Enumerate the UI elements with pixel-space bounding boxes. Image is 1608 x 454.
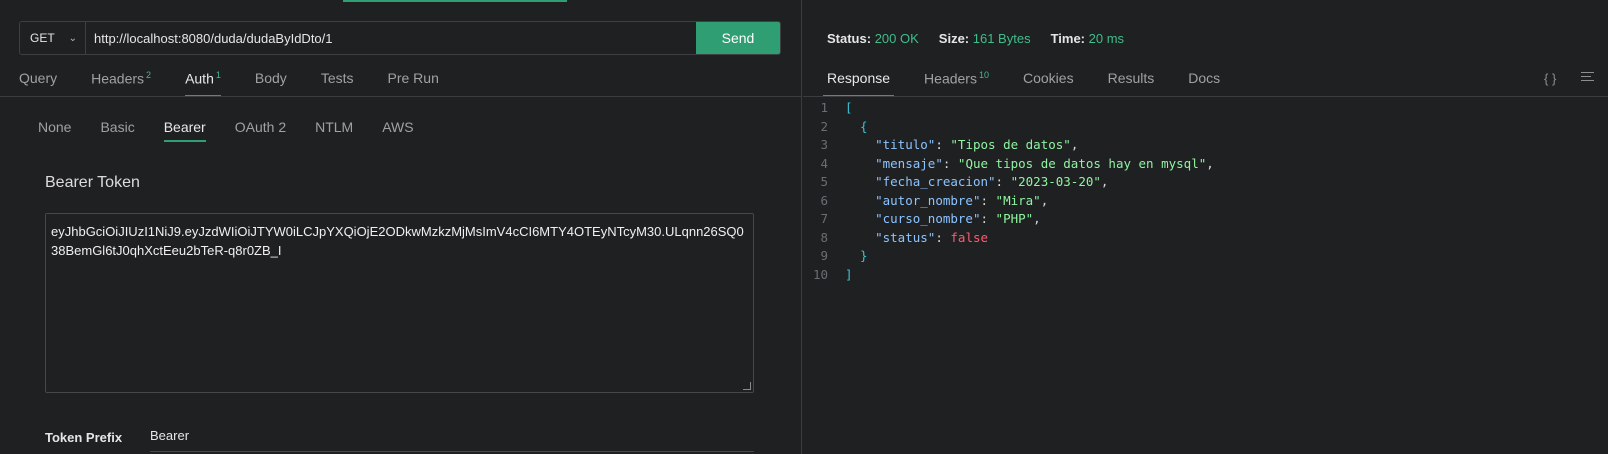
- status-value: 200 OK: [874, 31, 919, 46]
- tab-auth-badge: 1: [215, 70, 221, 80]
- auth-type-ntlm[interactable]: NTLM: [315, 119, 353, 142]
- tabs-divider: [0, 96, 802, 97]
- tab-pre-run[interactable]: Pre Run: [388, 70, 439, 97]
- code-line: 7 "curso_nombre": "PHP",: [820, 211, 1041, 226]
- braces-icon[interactable]: { }: [1544, 71, 1556, 86]
- status-label: Status:: [827, 31, 872, 46]
- tab-docs[interactable]: Docs: [1188, 70, 1220, 97]
- tab-body[interactable]: Body: [255, 70, 287, 97]
- titulo-value: Tipos de datos: [957, 137, 1064, 152]
- status-info: Status: 200 OK: [827, 31, 919, 46]
- url-input[interactable]: http://localhost:8080/duda/dudaByIdDto/1: [86, 22, 696, 54]
- code-line: 3 "titulo": "Tipos de datos",: [820, 137, 1079, 152]
- mensaje-value: Que tipos de datos hay en mysql: [965, 155, 1199, 171]
- tab-headers-label: Headers: [91, 70, 145, 87]
- code-line: 8 "status": false: [803, 229, 1214, 248]
- tab-response-headers-label: Headers: [924, 70, 977, 87]
- token-prefix-label: Token Prefix: [45, 430, 123, 445]
- bearer-token-textarea[interactable]: eyJhbGciOiJIUzI1NiJ9.eyJzdWIiOiJTYW0iLCJ…: [45, 213, 754, 393]
- tab-query[interactable]: Query: [19, 70, 57, 97]
- auth-type-aws[interactable]: AWS: [382, 119, 413, 142]
- tab-body-label: Body: [254, 70, 287, 86]
- status-field-value: false: [950, 229, 989, 245]
- response-status-line: Status: 200 OK Size: 161 Bytes Time: 20 …: [827, 31, 1124, 46]
- tab-results[interactable]: Results: [1108, 70, 1155, 97]
- code-line: 2 {: [820, 118, 868, 134]
- curso-nombre-value: PHP: [1003, 211, 1026, 226]
- tab-auth[interactable]: Auth 1: [185, 70, 221, 97]
- tab-cookies-label: Cookies: [1022, 70, 1074, 86]
- time-info: Time: 20 ms: [1051, 31, 1124, 46]
- size-info: Size: 161 Bytes: [939, 31, 1031, 46]
- code-line: 4 "mensaje": "Que tipos de datos hay en …: [820, 155, 1214, 171]
- code-line: 1[: [820, 100, 853, 115]
- tab-response-label: Response: [827, 70, 891, 86]
- response-pane: Status: 200 OK Size: 161 Bytes Time: 20 …: [803, 0, 1608, 454]
- method-select[interactable]: GET ⌄: [20, 22, 86, 54]
- tab-response-headers-badge: 10: [978, 70, 989, 80]
- response-tabs-divider: [803, 96, 1608, 97]
- chevron-down-icon: ⌄: [68, 32, 78, 44]
- tab-pre-run-label: Pre Run: [387, 70, 439, 86]
- tab-headers-badge: 2: [146, 70, 152, 80]
- request-pane: GET ⌄ http://localhost:8080/duda/dudaByI…: [0, 0, 802, 454]
- time-value: 20 ms: [1088, 31, 1125, 46]
- fecha-creacion-value: 2023-03-20: [1018, 174, 1094, 189]
- token-prefix-input[interactable]: Bearer: [150, 428, 754, 452]
- tab-response-headers[interactable]: Headers 10: [924, 70, 989, 97]
- auth-type-oauth2[interactable]: OAuth 2: [235, 119, 286, 142]
- code-line: 9 }: [820, 248, 868, 263]
- auth-type-basic[interactable]: Basic: [100, 119, 134, 142]
- auth-type-none[interactable]: None: [38, 119, 71, 142]
- size-value: 161 Bytes: [972, 31, 1031, 46]
- tab-query-label: Query: [19, 70, 58, 86]
- url-bar: GET ⌄ http://localhost:8080/duda/dudaByI…: [19, 21, 781, 55]
- auth-type-bearer[interactable]: Bearer: [163, 119, 206, 142]
- method-label: GET: [30, 31, 55, 45]
- size-label: Size:: [938, 31, 970, 46]
- tab-headers[interactable]: Headers 2: [91, 70, 151, 97]
- tab-docs-label: Docs: [1188, 70, 1221, 86]
- bearer-token-title: Bearer Token: [45, 174, 140, 191]
- tab-response[interactable]: Response: [822, 70, 895, 97]
- tab-tests[interactable]: Tests: [321, 70, 354, 97]
- autor-nombre-value: Mira: [1003, 192, 1034, 208]
- tab-auth-label: Auth: [185, 70, 214, 87]
- resize-handle-icon[interactable]: [743, 382, 751, 390]
- tab-tests-label: Tests: [320, 70, 354, 86]
- tab-results-label: Results: [1107, 70, 1155, 86]
- response-body: 1[ 2 { 3 "titulo": "Tipos de datos", 4 "…: [803, 99, 1214, 284]
- tab-cookies[interactable]: Cookies: [1023, 70, 1074, 97]
- response-tabs: Response Headers 10 Cookies Results Docs: [822, 70, 1254, 97]
- bearer-token-value: eyJhbGciOiJIUzI1NiJ9.eyJzdWIiOiJTYW0iLCJ…: [51, 224, 744, 258]
- code-line: 5 "fecha_creacion": "2023-03-20",: [820, 174, 1109, 189]
- code-line: 6 "autor_nombre": "Mira",: [820, 192, 1049, 208]
- request-tabs: Query Headers 2 Auth 1 Body Tests Pre Run: [19, 70, 473, 97]
- auth-type-tabs: None Basic Bearer OAuth 2 NTLM AWS: [38, 119, 443, 142]
- code-line: 10]: [812, 266, 853, 282]
- time-label: Time:: [1050, 31, 1086, 46]
- menu-icon[interactable]: [1581, 72, 1594, 84]
- send-button[interactable]: Send: [696, 22, 780, 54]
